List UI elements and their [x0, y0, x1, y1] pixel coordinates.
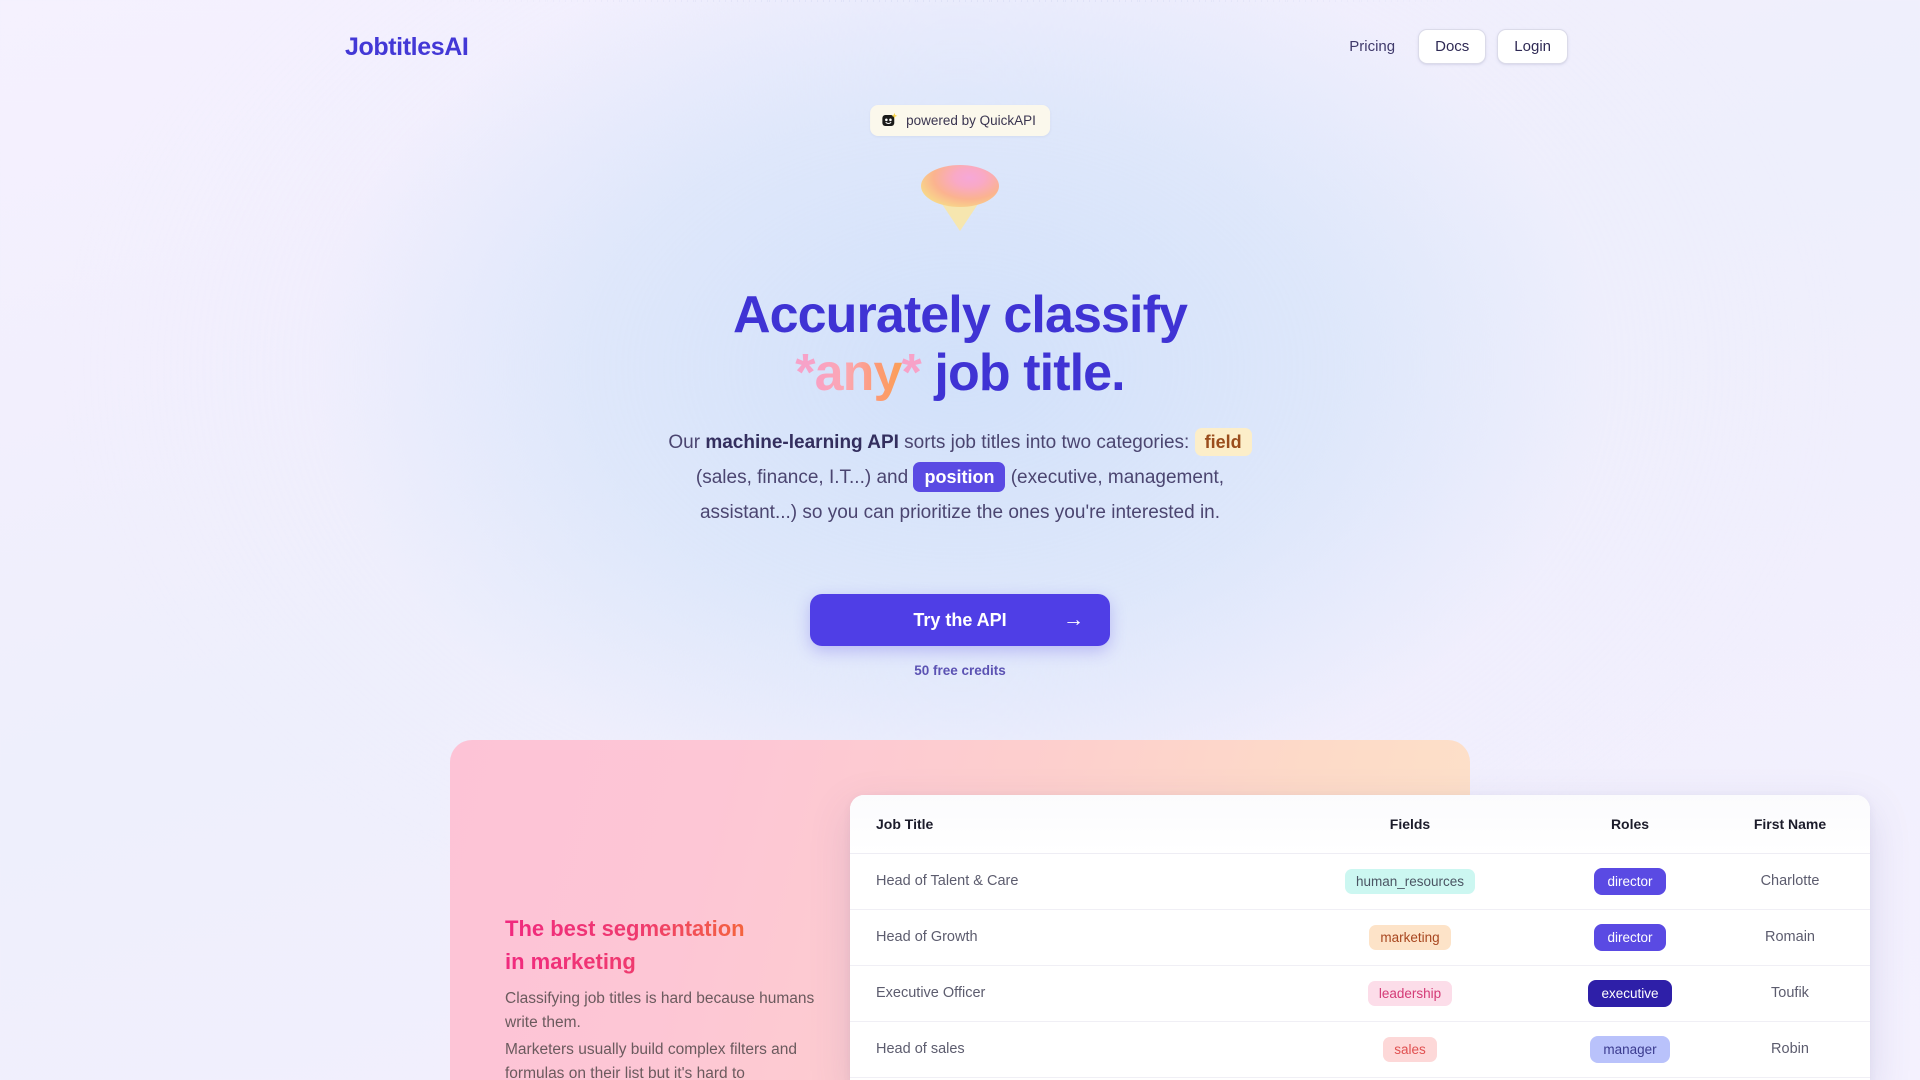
cell-field: sales	[1270, 1021, 1550, 1078]
pill-position: position	[913, 462, 1006, 492]
hero-subtitle: Our machine-learning API sorts job title…	[660, 425, 1260, 530]
cell-first-name: Charlotte	[1710, 853, 1870, 910]
role-badge: director	[1594, 867, 1666, 895]
segmentation-paragraph-2: Marketers usually build complex filters …	[505, 1041, 798, 1080]
cell-job-title: Head of Talent & Care	[850, 853, 1270, 910]
site-header: JobtitlesAI Pricing Docs Login	[0, 0, 1920, 86]
cell-field: human_resources	[1270, 853, 1550, 910]
site-logo[interactable]: JobtitlesAI	[345, 33, 469, 62]
arrow-right-icon: →	[1063, 608, 1084, 631]
funnel-bowl	[921, 165, 999, 207]
nav-pricing[interactable]: Pricing	[1337, 30, 1407, 63]
page-title: Accurately classify *any* job title.	[0, 286, 1920, 402]
badge-label: powered by QuickAPI	[906, 113, 1036, 128]
powered-by-badge[interactable]: powered by QuickAPI	[870, 105, 1050, 136]
column-header-job-title: Job Title	[850, 795, 1270, 854]
segmentation-heading-line-2: in marketing	[505, 949, 636, 974]
table-header-row: Job Title Fields Roles First Name	[850, 795, 1870, 854]
cell-role: executive	[1550, 965, 1710, 1022]
cell-role: director	[1550, 853, 1710, 910]
funnel-graphic	[921, 165, 999, 231]
role-badge: director	[1594, 923, 1666, 951]
cell-field: marketing	[1270, 909, 1550, 966]
table-row: Head of Talent & Care human_resources dire…	[850, 853, 1870, 910]
cell-job-title: Head of sales	[850, 1021, 1270, 1078]
subtitle-seg-3: (sales, finance, I.T...) and	[695, 467, 914, 488]
cell-field: leadership	[1270, 965, 1550, 1022]
cell-first-name: Toufik	[1710, 965, 1870, 1022]
table-row: Executive Officer leadership executive Touf…	[850, 965, 1870, 1022]
cell-job-title: Head of Growth	[850, 909, 1270, 966]
table-row: Head of sales sales manager Robin	[850, 1021, 1870, 1078]
robot-icon	[881, 112, 898, 129]
nav-docs[interactable]: Docs	[1418, 29, 1487, 64]
field-tag: leadership	[1367, 980, 1453, 1006]
role-badge: manager	[1590, 1035, 1670, 1063]
cell-role: director	[1550, 909, 1710, 966]
table-body: Head of Talent & Care human_resources dire…	[850, 853, 1870, 1078]
segmentation-paragraph-1: Classifying job titles is hard because h…	[505, 990, 815, 1031]
pill-field: field	[1194, 428, 1252, 456]
headline-any: any	[814, 344, 903, 402]
results-table-card: Job Title Fields Roles First Name Head o…	[850, 795, 1870, 1080]
column-header-fields: Fields	[1270, 795, 1550, 854]
table-head: Job Title Fields Roles First Name	[850, 795, 1870, 854]
segmentation-heading-line-1: The best segmentation	[505, 916, 745, 941]
headline-line-2-rest: job title.	[920, 344, 1125, 402]
field-tag: sales	[1383, 1036, 1437, 1062]
cell-first-name: Romain	[1710, 909, 1870, 966]
cell-role: manager	[1550, 1021, 1710, 1078]
headline-line-1: Accurately classify	[732, 286, 1188, 344]
try-the-api-button[interactable]: Try the API →	[810, 594, 1110, 646]
column-header-first-name: First Name	[1710, 795, 1870, 854]
cell-first-name: Robin	[1710, 1021, 1870, 1078]
segmentation-heading: The best segmentation in marketing	[505, 912, 805, 978]
asterisk-open: *	[795, 344, 815, 402]
field-tag: human_resources	[1344, 868, 1476, 894]
role-badge: executive	[1588, 979, 1672, 1007]
asterisk-close: *	[901, 344, 922, 402]
cell-job-title: Executive Officer	[850, 965, 1270, 1022]
subtitle-seg-2: sorts job titles into two categories:	[898, 432, 1195, 453]
subtitle-strong: machine-learning API	[705, 432, 899, 453]
column-header-roles: Roles	[1550, 795, 1710, 854]
cta-label: Try the API	[913, 609, 1007, 630]
results-table: Job Title Fields Roles First Name Head o…	[850, 795, 1870, 1078]
main-navigation: Pricing Docs Login	[1337, 29, 1568, 64]
subtitle-seg-1: Our	[668, 432, 706, 453]
nav-login[interactable]: Login	[1497, 29, 1568, 64]
table-row: Head of Growth marketing director Romain	[850, 909, 1870, 966]
field-tag: marketing	[1369, 924, 1451, 950]
free-credits-link[interactable]: 50 free credits	[914, 663, 1006, 678]
